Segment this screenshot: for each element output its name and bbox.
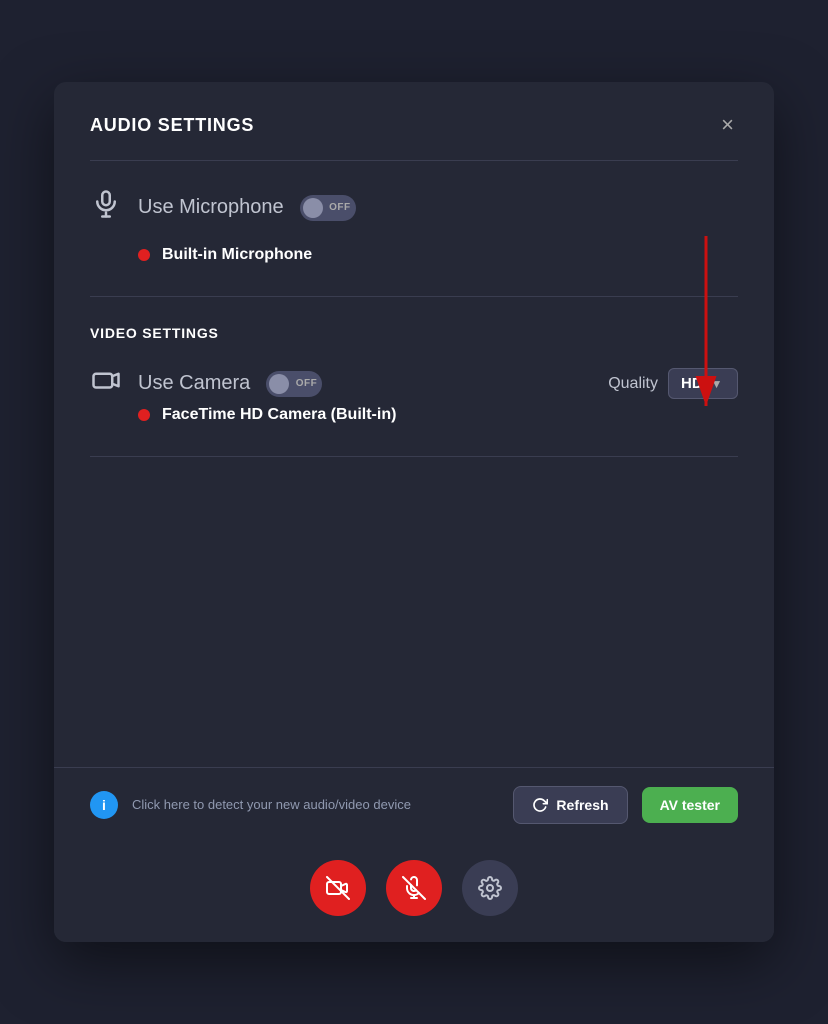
- audio-section: Use Microphone OFF Built-in Microphone: [54, 161, 774, 296]
- microphone-toggle-knob: [303, 198, 323, 218]
- footer-info-text[interactable]: Click here to detect your new audio/vide…: [132, 796, 499, 814]
- camera-toggle[interactable]: OFF: [266, 371, 322, 397]
- selected-microphone-row: Built-in Microphone: [90, 246, 738, 264]
- quality-label: Quality: [608, 375, 658, 393]
- info-icon: i: [90, 791, 118, 819]
- av-tester-button[interactable]: AV tester: [642, 787, 738, 823]
- video-section-title: VIDEO SETTINGS: [90, 325, 738, 341]
- dialog-header: AUDIO SETTINGS ×: [54, 82, 774, 160]
- footer-divider: [90, 456, 738, 457]
- refresh-label: Refresh: [556, 797, 608, 813]
- video-off-button[interactable]: [310, 860, 366, 916]
- selected-camera-name: FaceTime HD Camera (Built-in): [162, 406, 396, 424]
- camera-icon: [90, 365, 122, 402]
- gear-icon: [478, 876, 502, 900]
- close-button[interactable]: ×: [717, 110, 738, 140]
- dialog-title: AUDIO SETTINGS: [90, 115, 254, 136]
- mic-off-button[interactable]: [386, 860, 442, 916]
- selected-camera-row: FaceTime HD Camera (Built-in): [90, 406, 738, 424]
- selected-microphone-name: Built-in Microphone: [162, 246, 312, 264]
- camera-row: Use Camera OFF Quality HD ▼: [90, 365, 738, 402]
- microphone-toggle[interactable]: OFF: [300, 195, 356, 221]
- audio-settings-dialog: AUDIO SETTINGS × Use Microphone OFF: [54, 82, 774, 942]
- mic-off-icon: [402, 876, 426, 900]
- microphone-row: Use Microphone OFF: [90, 189, 738, 226]
- red-arrow-annotation: [676, 236, 736, 436]
- refresh-icon: [532, 797, 548, 813]
- microphone-toggle-text: OFF: [329, 202, 351, 213]
- camera-toggle-knob: [269, 374, 289, 394]
- footer: i Click here to detect your new audio/vi…: [54, 767, 774, 842]
- av-tester-label: AV tester: [660, 797, 720, 813]
- bottom-toolbar: [54, 842, 774, 942]
- video-section: VIDEO SETTINGS Use Camera OFF Quality HD…: [54, 297, 774, 456]
- microphone-label: Use Microphone: [138, 196, 284, 219]
- refresh-button[interactable]: Refresh: [513, 786, 627, 824]
- microphone-icon: [90, 189, 122, 226]
- video-off-icon: [326, 876, 350, 900]
- camera-toggle-text: OFF: [296, 378, 318, 389]
- cam-active-dot: [138, 409, 150, 421]
- camera-label: Use Camera: [138, 372, 250, 395]
- mic-active-dot: [138, 249, 150, 261]
- settings-button[interactable]: [462, 860, 518, 916]
